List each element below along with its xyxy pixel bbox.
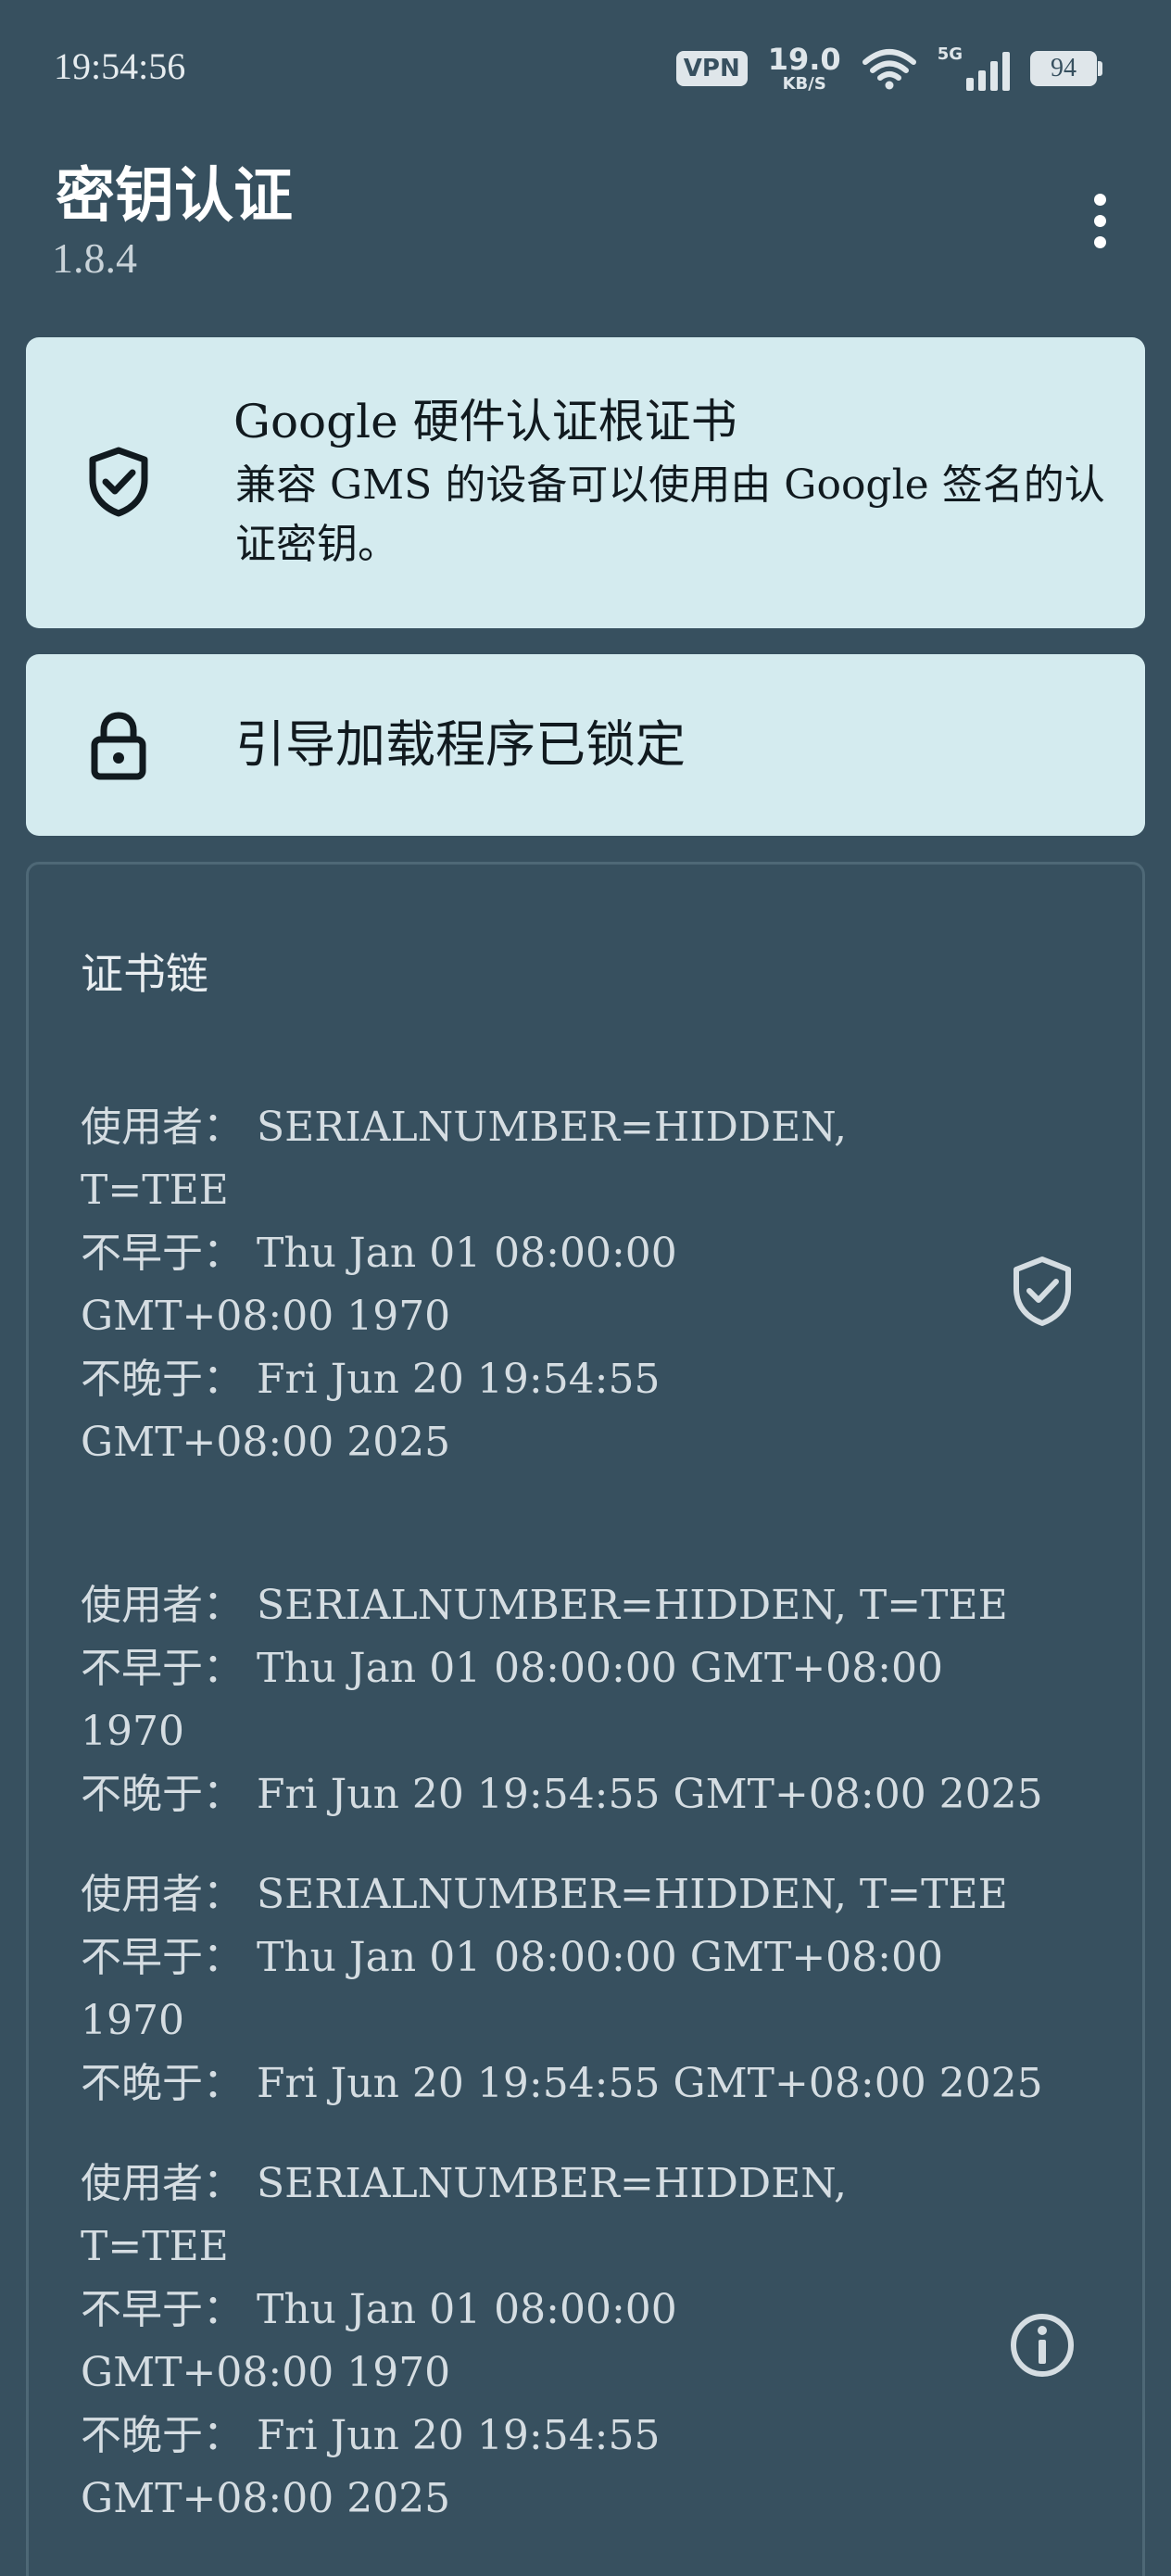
battery-icon: 94 bbox=[1030, 51, 1102, 86]
info-icon[interactable] bbox=[1005, 2308, 1079, 2382]
status-bar: 19:54:56 VPN 19.0 KB/S 5G 94 bbox=[0, 0, 1171, 139]
cert-item[interactable]: 使用者： SERIALNUMBER=HIDDEN, T=TEE 不早于： Thu… bbox=[81, 1574, 1044, 1826]
cert-item[interactable]: 使用者： SERIALNUMBER=HIDDEN, T=TEE 不早于： Thu… bbox=[81, 2153, 1044, 2531]
bootloader-status: 引导加载程序已锁定 bbox=[235, 715, 686, 774]
signal-bars-icon bbox=[966, 52, 1010, 91]
shield-check-icon bbox=[1014, 1256, 1071, 1326]
status-icons: VPN 19.0 KB/S 5G 94 bbox=[675, 44, 1102, 93]
cert-subject: 使用者： SERIALNUMBER=HIDDEN, T=TEE bbox=[81, 1582, 1008, 1629]
more-vert-icon[interactable] bbox=[1075, 185, 1125, 256]
cert-not-before: 不早于： Thu Jan 01 08:00:00 GMT+08:00 1970 bbox=[81, 1645, 943, 1755]
cert-not-after: 不晚于： Fri Jun 20 19:54:55 GMT+08:00 2025 bbox=[81, 1356, 661, 1466]
cert-not-before: 不早于： Thu Jan 01 08:00:00 GMT+08:00 1970 bbox=[81, 2286, 677, 2396]
bootloader-card[interactable]: 引导加载程序已锁定 bbox=[26, 654, 1145, 836]
cert-not-after: 不晚于： Fri Jun 20 19:54:55 GMT+08:00 2025 bbox=[81, 1771, 1043, 1818]
shield-check-icon bbox=[89, 447, 148, 517]
cert-subject: 使用者： SERIALNUMBER=HIDDEN, T=TEE bbox=[81, 1871, 1008, 1918]
network-type: 5G bbox=[937, 44, 963, 64]
cert-subject: 使用者： SERIALNUMBER=HIDDEN, T=TEE bbox=[81, 2160, 847, 2270]
cert-not-after: 不晚于： Fri Jun 20 19:54:55 GMT+08:00 2025 bbox=[81, 2060, 1043, 2107]
cellular-signal: 5G bbox=[937, 44, 1010, 91]
cert-not-after: 不晚于： Fri Jun 20 19:54:55 GMT+08:00 2025 bbox=[81, 2412, 661, 2522]
app-screen: 19:54:56 VPN 19.0 KB/S 5G 94 密钥认证 1.8.4 … bbox=[0, 0, 1171, 2576]
gms-card-description: 兼容 GMS 的设备可以使用由 Google 签名的认证密钥。 bbox=[235, 461, 1105, 568]
cert-chain-card: 证书链 使用者： SERIALNUMBER=HIDDEN, T=TEE 不早于：… bbox=[26, 862, 1145, 2576]
status-time: 19:54:56 bbox=[54, 45, 186, 87]
gms-attestation-card[interactable]: Google 硬件认证根证书 兼容 GMS 的设备可以使用由 Google 签名… bbox=[26, 337, 1145, 628]
speed-value: 19.0 bbox=[767, 42, 841, 77]
lock-icon bbox=[91, 712, 146, 780]
gms-card-title: Google 硬件认证根证书 bbox=[233, 395, 737, 448]
speed-unit: KB/S bbox=[782, 74, 826, 94]
vpn-badge: VPN bbox=[675, 51, 748, 86]
cert-chain-title: 证书链 bbox=[81, 949, 208, 999]
cert-not-before: 不早于： Thu Jan 01 08:00:00 GMT+08:00 1970 bbox=[81, 1934, 943, 2044]
cert-item[interactable]: 使用者： SERIALNUMBER=HIDDEN, T=TEE 不早于： Thu… bbox=[81, 1863, 1044, 2115]
app-version: 1.8.4 bbox=[52, 234, 137, 282]
wifi-icon bbox=[862, 49, 916, 90]
network-speed: 19.0 KB/S bbox=[768, 44, 841, 93]
cert-not-before: 不早于： Thu Jan 01 08:00:00 GMT+08:00 1970 bbox=[81, 1230, 677, 1340]
cert-item[interactable]: 使用者： SERIALNUMBER=HIDDEN, T=TEE 不早于： Thu… bbox=[81, 1096, 1044, 1474]
page-title: 密钥认证 bbox=[56, 161, 293, 231]
cert-subject: 使用者： SERIALNUMBER=HIDDEN, T=TEE bbox=[81, 1104, 847, 1214]
